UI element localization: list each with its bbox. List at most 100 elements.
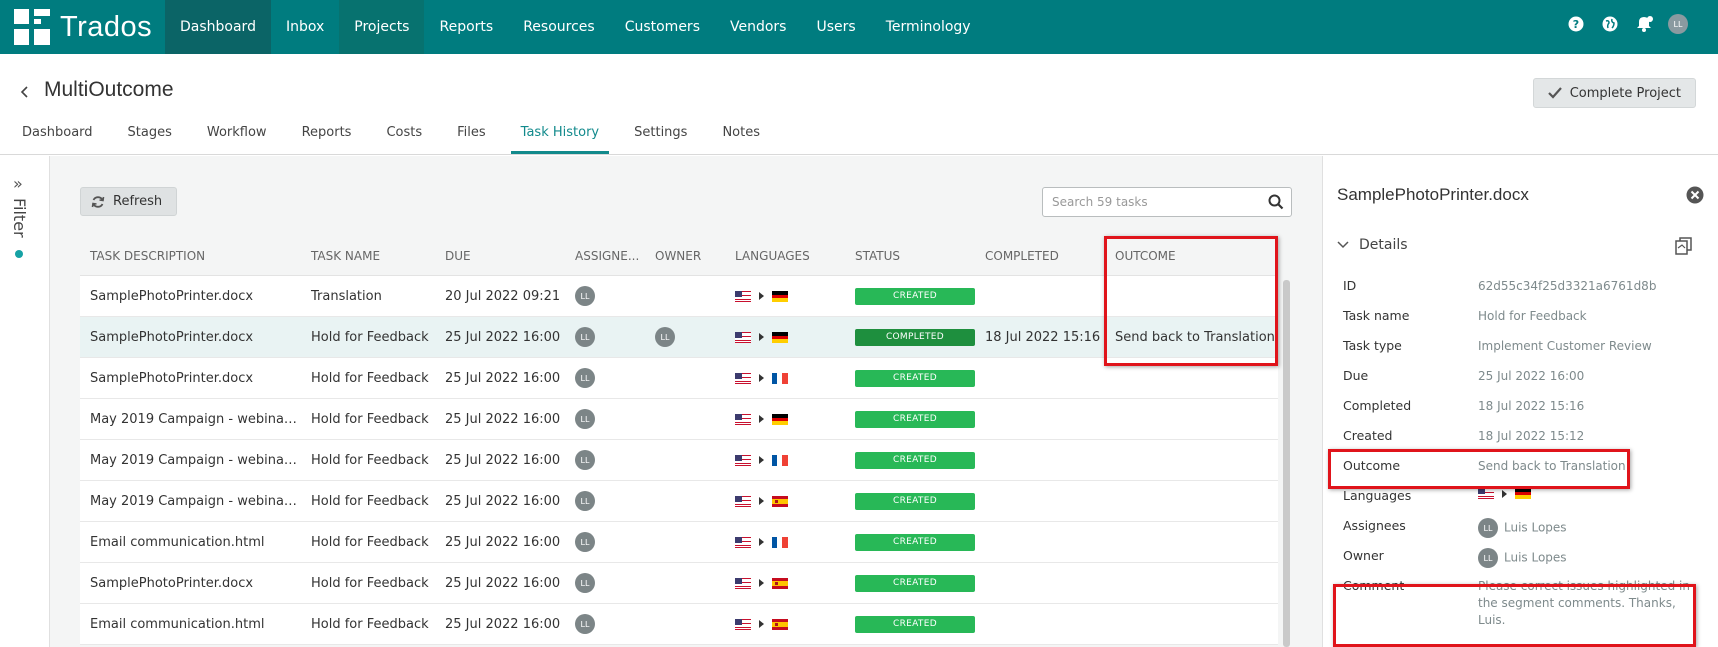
panel-title: SamplePhotoPrinter.docx xyxy=(1337,185,1529,204)
close-icon[interactable] xyxy=(1686,186,1704,204)
de-flag-icon xyxy=(772,290,788,302)
arrow-right-icon xyxy=(1502,489,1507,498)
complete-project-label: Complete Project xyxy=(1569,85,1681,101)
due-cell: 25 Jul 2022 16:00 xyxy=(445,534,561,550)
column-header-outcome[interactable]: OUTCOME xyxy=(1105,249,1278,263)
details-list: ID 62d55c34f25d3321a6761d8b Task name Hold… xyxy=(1343,272,1713,629)
details-section-label: Details xyxy=(1359,237,1408,253)
task-name-cell: Hold for Feedback xyxy=(311,534,429,550)
column-header-task-description[interactable]: TASK DESCRIPTION xyxy=(80,249,301,263)
brand-name: Trados xyxy=(60,10,153,43)
notifications-icon[interactable] xyxy=(1634,14,1654,34)
fr-flag-icon xyxy=(772,372,788,384)
language-pair xyxy=(735,495,845,507)
task-name-cell: Hold for Feedback xyxy=(311,493,429,509)
task-name-cell: Hold for Feedback xyxy=(311,329,429,345)
status-cell: CREATED xyxy=(845,451,975,469)
detail-key: Task name xyxy=(1343,308,1410,323)
detail-value: 62d55c34f25d3321a6761d8b xyxy=(1478,279,1657,293)
languages-cell xyxy=(725,331,845,343)
back-icon[interactable] xyxy=(18,84,32,100)
table-row[interactable]: Email communication.html Hold for Feedbac… xyxy=(80,522,1278,563)
table-row[interactable]: Email communication.html Hold for Feedbac… xyxy=(80,604,1278,645)
detail-value: 18 Jul 2022 15:12 xyxy=(1478,429,1585,443)
column-header-completed[interactable]: COMPLETED xyxy=(975,249,1105,263)
tab-costs[interactable]: Costs xyxy=(376,124,432,154)
user-avatar[interactable]: LL xyxy=(1668,14,1688,34)
table-row[interactable]: SamplePhotoPrinter.docx Translation 20 Jul… xyxy=(80,276,1278,317)
help-icon[interactable]: ? xyxy=(1566,14,1586,34)
status-cell: CREATED xyxy=(845,287,975,305)
column-header-assignee[interactable]: ASSIGNE... xyxy=(565,249,645,263)
search-icon[interactable] xyxy=(1268,194,1284,210)
detail-value: Send back to Translation xyxy=(1478,459,1626,473)
detail-key: Created xyxy=(1343,428,1393,443)
tab-stages[interactable]: Stages xyxy=(118,124,182,154)
filter-sidebar[interactable]: » Filter xyxy=(0,156,50,647)
detail-key: Completed xyxy=(1343,398,1412,413)
task-table: TASK DESCRIPTION TASK NAME DUE ASSIGNE..… xyxy=(80,236,1278,645)
detail-row-completed: Completed 18 Jul 2022 15:16 xyxy=(1343,392,1713,422)
refresh-button[interactable]: Refresh xyxy=(80,187,178,216)
table-body: SamplePhotoPrinter.docx Translation 20 Jul… xyxy=(80,276,1278,645)
tab-settings[interactable]: Settings xyxy=(624,124,697,154)
tab-reports[interactable]: Reports xyxy=(292,124,362,154)
nav-item-users[interactable]: Users xyxy=(801,0,870,54)
complete-project-button[interactable]: Complete Project xyxy=(1532,78,1696,108)
us-flag-icon xyxy=(735,577,751,589)
nav-item-inbox[interactable]: Inbox xyxy=(271,0,339,54)
language-pair xyxy=(735,413,845,425)
table-row[interactable]: SamplePhotoPrinter.docx Hold for Feedback… xyxy=(80,317,1278,358)
top-navigation-bar: Trados Dashboard Inbox Projects Reports … xyxy=(0,0,1718,54)
owner-cell: LL xyxy=(645,327,725,347)
detail-row-due: Due 25 Jul 2022 16:00 xyxy=(1343,362,1713,392)
task-description-cell: May 2019 Campaign - webinar sli... xyxy=(90,493,301,509)
nav-item-vendors[interactable]: Vendors xyxy=(715,0,801,54)
column-header-task-name[interactable]: TASK NAME xyxy=(301,249,435,263)
detail-comment: Please correct issues highlighted in the… xyxy=(1478,579,1690,627)
tab-workflow[interactable]: Workflow xyxy=(197,124,277,154)
tab-dashboard[interactable]: Dashboard xyxy=(12,124,103,154)
task-description-cell: SamplePhotoPrinter.docx xyxy=(90,288,254,304)
arrow-right-icon xyxy=(759,538,764,546)
us-flag-icon xyxy=(735,290,751,302)
table-row[interactable]: SamplePhotoPrinter.docx Hold for Feedback… xyxy=(80,358,1278,399)
column-header-status[interactable]: STATUS xyxy=(845,249,975,263)
filter-label: Filter xyxy=(10,198,29,238)
detail-key: ID xyxy=(1343,278,1357,293)
arrow-right-icon xyxy=(759,292,764,300)
nav-item-terminology[interactable]: Terminology xyxy=(871,0,986,54)
es-flag-icon xyxy=(772,495,788,507)
expand-icon[interactable]: » xyxy=(13,174,23,193)
column-header-owner[interactable]: OWNER xyxy=(645,249,725,263)
es-flag-icon xyxy=(772,577,788,589)
nav-item-dashboard[interactable]: Dashboard xyxy=(165,0,271,54)
table-row[interactable]: May 2019 Campaign - webinar sli... Hold f… xyxy=(80,440,1278,481)
table-scrollbar[interactable] xyxy=(1283,280,1290,647)
nav-item-reports[interactable]: Reports xyxy=(424,0,508,54)
avatar: LL xyxy=(1478,548,1498,568)
nav-item-projects[interactable]: Projects xyxy=(339,0,425,54)
outcome-cell: Send back to Translation xyxy=(1115,329,1275,345)
tab-notes[interactable]: Notes xyxy=(712,124,770,154)
column-header-languages[interactable]: LANGUAGES xyxy=(725,249,845,263)
globe-icon[interactable] xyxy=(1600,14,1620,34)
assignee-name: Luis Lopes xyxy=(1504,520,1567,535)
due-cell: 25 Jul 2022 16:00 xyxy=(445,452,561,468)
tab-task-history[interactable]: Task History xyxy=(510,124,610,154)
search-input[interactable] xyxy=(1043,188,1253,216)
column-header-due[interactable]: DUE xyxy=(435,249,565,263)
detail-row-task-name: Task name Hold for Feedback xyxy=(1343,302,1713,332)
table-row[interactable]: SamplePhotoPrinter.docx Hold for Feedback… xyxy=(80,563,1278,604)
copy-icon[interactable] xyxy=(1674,236,1694,260)
status-cell: CREATED xyxy=(845,369,975,387)
nav-item-customers[interactable]: Customers xyxy=(610,0,715,54)
us-flag-icon xyxy=(735,372,751,384)
nav-item-resources[interactable]: Resources xyxy=(508,0,610,54)
tab-files[interactable]: Files xyxy=(447,124,496,154)
table-row[interactable]: May 2019 Campaign - webinar sli... Hold f… xyxy=(80,399,1278,440)
details-section-toggle[interactable]: Details xyxy=(1337,237,1408,253)
brand[interactable]: Trados xyxy=(14,8,152,46)
table-row[interactable]: May 2019 Campaign - webinar sli... Hold f… xyxy=(80,481,1278,522)
avatar: LL xyxy=(575,573,595,593)
